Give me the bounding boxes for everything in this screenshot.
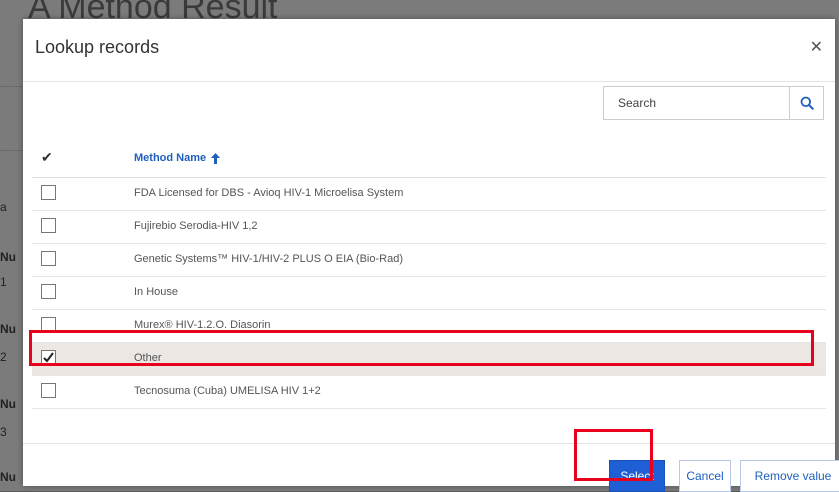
table-row[interactable]: Fujirebio Serodia-HIV 1,2	[32, 211, 826, 244]
close-icon[interactable]: ✕	[810, 37, 823, 57]
select-all-check-header[interactable]: ✔	[41, 149, 53, 166]
background-fragment: Nu	[0, 470, 16, 484]
background-fragment: 1	[0, 275, 7, 289]
table-header: ✔ Method Name	[32, 141, 826, 178]
background-fragment: Nu	[0, 397, 16, 411]
checkmark-icon	[43, 352, 54, 363]
dialog-footer-divider	[23, 443, 835, 444]
background-fragment: Nu	[0, 250, 16, 264]
table-row[interactable]: Tecnosuma (Cuba) UMELISA HIV 1+2	[32, 376, 826, 409]
remove-value-button[interactable]: Remove value	[740, 460, 839, 492]
background-fragment: 3	[0, 425, 7, 439]
method-name-cell: Other	[134, 352, 162, 364]
dialog-header: Lookup records ✕	[23, 19, 835, 82]
table-row[interactable]: Genetic Systems™ HIV-1/HIV-2 PLUS O EIA …	[32, 244, 826, 277]
background-fragment: Nu	[0, 322, 16, 336]
row-checkbox[interactable]	[41, 185, 56, 200]
table-body: FDA Licensed for DBS - Avioq HIV-1 Micro…	[32, 178, 826, 409]
select-button[interactable]: Select	[609, 460, 665, 492]
arrow-up-icon	[211, 152, 221, 164]
lookup-records-dialog: Lookup records ✕ ✔ Method Name FDA Licen…	[23, 19, 839, 492]
search-input[interactable]	[604, 87, 789, 119]
table-row[interactable]: Murex® HIV-1.2.O. Diasorin	[32, 310, 826, 343]
method-name-cell: FDA Licensed for DBS - Avioq HIV-1 Micro…	[134, 187, 404, 199]
background-fragment: 2	[0, 350, 7, 364]
search-button[interactable]	[789, 87, 823, 119]
background-fragment: a	[0, 200, 7, 214]
row-checkbox[interactable]	[41, 284, 56, 299]
method-name-cell: Genetic Systems™ HIV-1/HIV-2 PLUS O EIA …	[134, 253, 403, 265]
dialog-title: Lookup records	[35, 37, 160, 57]
method-name-cell: Murex® HIV-1.2.O. Diasorin	[134, 319, 271, 331]
column-header-method-name[interactable]: Method Name	[134, 152, 221, 164]
table-row[interactable]: In House	[32, 277, 826, 310]
cancel-button[interactable]: Cancel	[679, 460, 731, 492]
table-row[interactable]: Other	[32, 343, 826, 376]
method-name-cell: Fujirebio Serodia-HIV 1,2	[134, 220, 258, 232]
row-checkbox[interactable]	[41, 350, 56, 365]
row-checkbox[interactable]	[41, 251, 56, 266]
row-checkbox[interactable]	[41, 383, 56, 398]
row-checkbox[interactable]	[41, 218, 56, 233]
column-header-label: Method Name	[134, 152, 207, 164]
method-name-cell: In House	[134, 286, 179, 298]
row-checkbox[interactable]	[41, 317, 56, 332]
table-row[interactable]: FDA Licensed for DBS - Avioq HIV-1 Micro…	[32, 178, 826, 211]
records-table: ✔ Method Name FDA Licensed for DBS - Avi…	[32, 141, 826, 409]
method-name-cell: Tecnosuma (Cuba) UMELISA HIV 1+2	[134, 385, 321, 397]
search-icon	[800, 96, 814, 110]
search-box	[603, 86, 824, 120]
